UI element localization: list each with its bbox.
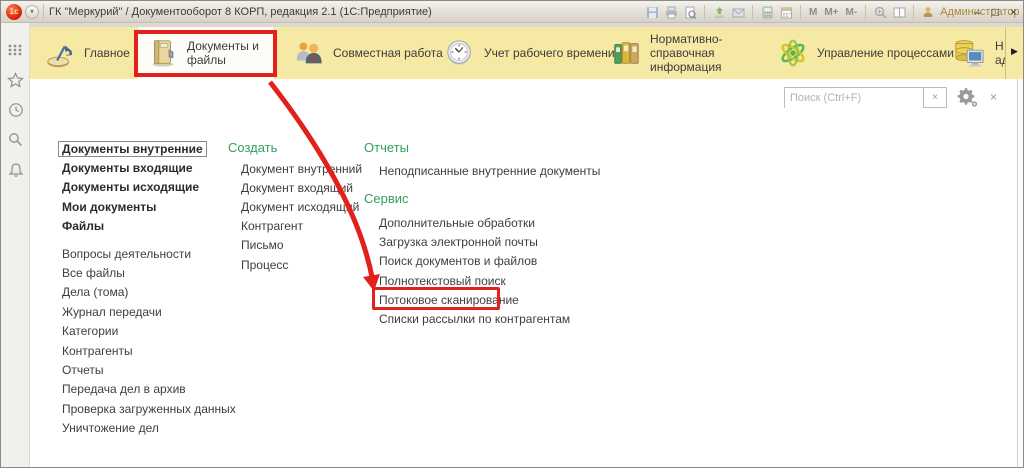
calculator-icon[interactable] bbox=[760, 5, 774, 19]
nav-item-proverka-zagruzhennyh-dannyh[interactable]: Проверка загруженных данных bbox=[62, 399, 236, 418]
clock-icon bbox=[445, 38, 475, 68]
create-column: Создать Документ внутренний Документ вхо… bbox=[228, 140, 362, 274]
divider bbox=[704, 5, 705, 20]
people-icon bbox=[294, 38, 324, 68]
print-preview-icon[interactable] bbox=[683, 5, 697, 19]
memory-m-minus-button[interactable]: M- bbox=[845, 7, 859, 18]
group-header-otchety: Отчеты bbox=[364, 140, 600, 156]
create-item-pismo[interactable]: Письмо bbox=[241, 236, 362, 255]
tab-label: Документы и файлы bbox=[187, 39, 270, 67]
tab-label: Совместная работа bbox=[333, 46, 443, 60]
service-item-spiski-rassylki[interactable]: Списки рассылки по контрагентам bbox=[379, 309, 600, 328]
panel-close-icon[interactable]: × bbox=[990, 90, 997, 104]
nav-item-dokumenty-ishodyashchie[interactable]: Документы исходящие bbox=[62, 178, 236, 197]
nav-item-voprosy-deyatelnosti[interactable]: Вопросы деятельности bbox=[62, 244, 236, 263]
nav-item-kategorii[interactable]: Категории bbox=[62, 322, 236, 341]
nav-item-dela-toma[interactable]: Дела (тома) bbox=[62, 283, 236, 302]
nav-item-otchety[interactable]: Отчеты bbox=[62, 360, 236, 379]
left-tool-panel bbox=[1, 23, 30, 468]
service-item-poisk-dokumentov[interactable]: Поиск документов и файлов bbox=[379, 252, 600, 271]
database-computer-icon bbox=[952, 37, 986, 69]
folder-icon bbox=[148, 38, 178, 68]
tabs-overflow-button[interactable]: ▶ bbox=[1011, 46, 1018, 57]
zoom-icon[interactable] bbox=[873, 5, 887, 19]
service-item-dopolnitelnye-obrabotki[interactable]: Дополнительные обработки bbox=[379, 213, 600, 232]
divider bbox=[43, 4, 44, 20]
create-item-dokument-vnutrennij[interactable]: Документ внутренний bbox=[241, 159, 362, 178]
divider bbox=[752, 5, 753, 20]
minimize-button[interactable]: – bbox=[974, 1, 981, 23]
tab-upravlenie-processami[interactable]: Управление процессами bbox=[774, 27, 958, 79]
divider bbox=[865, 5, 866, 20]
tab-label: Учет рабочего времени bbox=[484, 46, 615, 60]
layout-icon[interactable] bbox=[892, 5, 906, 19]
send-icon[interactable] bbox=[712, 5, 726, 19]
maximize-button[interactable]: □ bbox=[992, 1, 999, 23]
vertical-scrollbar[interactable] bbox=[1017, 79, 1024, 468]
nav-item-peredacha-del-v-arhiv[interactable]: Передача дел в архив bbox=[62, 380, 236, 399]
tab-glavnoe[interactable]: Главное bbox=[41, 27, 134, 79]
window-controls: – □ × bbox=[974, 1, 1017, 23]
nav-item-fajly[interactable]: Файлы bbox=[62, 217, 236, 236]
divider bbox=[1005, 27, 1006, 79]
create-item-kontragent[interactable]: Контрагент bbox=[241, 217, 362, 236]
search-clear-button[interactable]: × bbox=[923, 87, 947, 108]
notifications-bell-icon[interactable] bbox=[7, 161, 24, 178]
tab-uchet-rabochego-vremeni[interactable]: Учет рабочего времени bbox=[441, 27, 619, 79]
tab-label: Нормативно-справочная информация bbox=[650, 32, 762, 74]
apps-grid-icon[interactable] bbox=[7, 41, 24, 58]
tab-label: Главное bbox=[84, 46, 130, 60]
history-clock-icon[interactable] bbox=[7, 101, 24, 118]
mail-icon[interactable] bbox=[731, 5, 745, 19]
close-button[interactable]: × bbox=[1010, 1, 1017, 23]
nav-item-vse-fajly[interactable]: Все файлы bbox=[62, 263, 236, 282]
print-icon[interactable] bbox=[664, 5, 678, 19]
navigation-column: Документы внутренние Документы входящие … bbox=[62, 139, 236, 438]
create-item-process[interactable]: Процесс bbox=[241, 255, 362, 274]
tab-label: Управление процессами bbox=[817, 46, 954, 60]
nav-item-unichtozhenie-del[interactable]: Уничтожение дел bbox=[62, 418, 236, 437]
service-item-zagruzka-pochty[interactable]: Загрузка электронной почты bbox=[379, 233, 600, 252]
titlebar-toolbar: M M+ M- Администратор i ▾ bbox=[645, 1, 1024, 23]
favorites-star-icon[interactable] bbox=[7, 71, 24, 88]
save-icon[interactable] bbox=[645, 5, 659, 19]
service-item-polnotekstovyj-poisk[interactable]: Полнотекстовый поиск bbox=[379, 271, 600, 290]
memory-m-plus-button[interactable]: M+ bbox=[823, 7, 839, 18]
title-bar: 1с ▾ ГК "Меркурий" / Документооборот 8 К… bbox=[1, 1, 1024, 23]
tab-nastrojka-clipped[interactable]: Над bbox=[948, 27, 1005, 79]
reports-service-column: Отчеты Неподписанные внутренние документ… bbox=[364, 140, 600, 328]
nav-item-moi-dokumenty[interactable]: Мои документы bbox=[62, 197, 236, 216]
memory-m-button[interactable]: M bbox=[808, 7, 818, 18]
settings-gear-icon[interactable] bbox=[955, 86, 979, 108]
divider bbox=[913, 5, 914, 20]
books-icon bbox=[611, 38, 641, 68]
group-header-sozdat: Создать bbox=[228, 140, 362, 156]
calendar-icon[interactable] bbox=[779, 5, 793, 19]
tab-nsi[interactable]: Нормативно-справочная информация bbox=[607, 27, 766, 79]
window-title: ГК "Меркурий" / Документооборот 8 КОРП, … bbox=[49, 1, 432, 23]
service-item-potokovoe-skanirovanie[interactable]: Потоковое сканирование bbox=[379, 290, 600, 309]
nav-item-dokumenty-vnutrennie[interactable]: Документы внутренние bbox=[62, 139, 236, 158]
search-field-wrap bbox=[784, 87, 923, 108]
search-icon[interactable] bbox=[7, 131, 24, 148]
nav-item-dokumenty-vhodyashchie[interactable]: Документы входящие bbox=[62, 158, 236, 177]
search-input[interactable] bbox=[785, 89, 923, 108]
app-window: 1с ▾ ГК "Меркурий" / Документооборот 8 К… bbox=[0, 0, 1024, 468]
atom-icon bbox=[778, 38, 808, 68]
lamp-icon bbox=[45, 38, 75, 68]
group-header-servis: Сервис bbox=[364, 191, 600, 207]
tab-label: Над bbox=[995, 39, 1005, 67]
create-item-dokument-ishodyashchij[interactable]: Документ исходящий bbox=[241, 197, 362, 216]
person-icon bbox=[921, 5, 935, 19]
report-item-nepodpisannye[interactable]: Неподписанные внутренние документы bbox=[379, 161, 600, 180]
tab-dokumenty-i-fajly[interactable]: Документы и файлы bbox=[138, 27, 274, 79]
nav-item-kontragenty[interactable]: Контрагенты bbox=[62, 341, 236, 360]
divider bbox=[800, 5, 801, 20]
app-logo-1c-icon: 1с bbox=[6, 4, 22, 20]
nav-item-zhurnal-peredachi[interactable]: Журнал передачи bbox=[62, 302, 236, 321]
tab-sovmestnaya-rabota[interactable]: Совместная работа bbox=[290, 27, 447, 79]
main-menu-button[interactable]: ▾ bbox=[25, 5, 39, 19]
create-item-dokument-vhodyashchij[interactable]: Документ входящий bbox=[241, 178, 362, 197]
